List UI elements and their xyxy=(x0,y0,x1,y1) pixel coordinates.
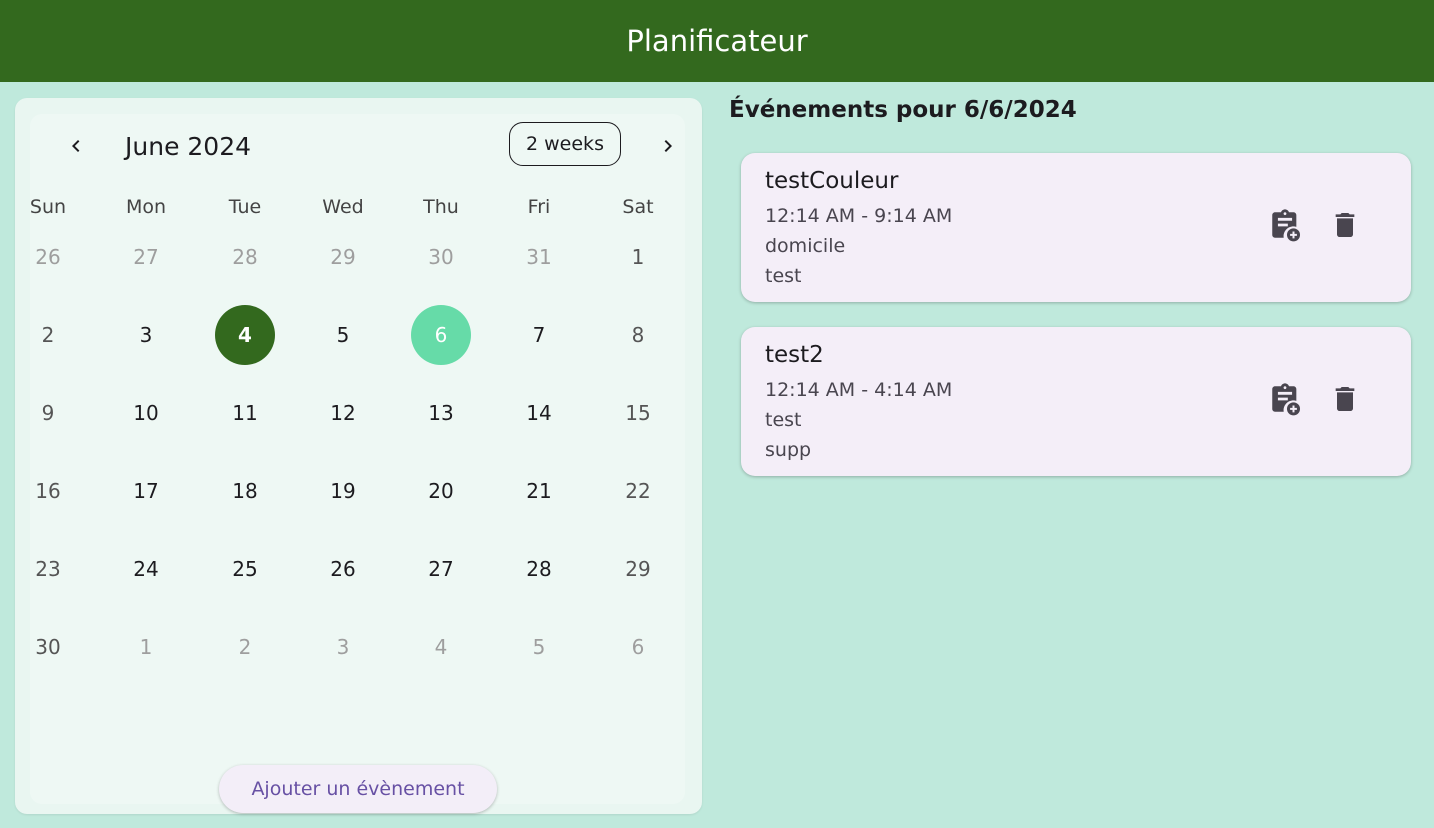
event-name: test2 xyxy=(765,342,824,368)
weekday-label: Thu xyxy=(423,196,459,218)
day-cell[interactable]: 3 xyxy=(116,305,176,365)
event-location: test xyxy=(765,409,802,431)
delete-event-button[interactable] xyxy=(1321,377,1369,425)
trash-icon xyxy=(1329,383,1361,420)
app-bar: Planificateur xyxy=(0,0,1434,82)
weekday-label: Tue xyxy=(228,196,262,218)
day-cell[interactable]: 19 xyxy=(313,461,373,521)
day-cell[interactable]: 10 xyxy=(116,383,176,443)
day-cell[interactable]: 1 xyxy=(116,617,176,677)
chevron-right-icon xyxy=(664,140,672,152)
day-cell[interactable]: 29 xyxy=(313,227,373,287)
day-cell[interactable]: 13 xyxy=(411,383,471,443)
day-cell[interactable]: 3 xyxy=(313,617,373,677)
day-cell[interactable]: 11 xyxy=(215,383,275,443)
day-cell[interactable]: 25 xyxy=(215,539,275,599)
weekday-header-row: Sun Mon Tue Wed Thu Fri Sat xyxy=(15,196,702,220)
prev-month-button[interactable] xyxy=(56,126,96,166)
weekday-label: Sun xyxy=(29,196,67,218)
clipboard-add-icon xyxy=(1268,208,1302,247)
event-card[interactable]: testCouleur 12:14 AM - 9:14 AM domicile tes… xyxy=(741,153,1411,302)
event-description: supp xyxy=(765,439,812,461)
day-cell[interactable]: 29 xyxy=(608,539,668,599)
day-cell[interactable]: 31 xyxy=(509,227,569,287)
month-label: June 2024 xyxy=(125,132,252,161)
event-time: 12:14 AM - 9:14 AM xyxy=(765,205,953,227)
day-cell[interactable]: 4 xyxy=(411,617,471,677)
day-cell[interactable]: 5 xyxy=(313,305,373,365)
day-cell[interactable]: 8 xyxy=(608,305,668,365)
day-cell-selected[interactable]: 6 xyxy=(411,305,471,365)
event-time: 12:14 AM - 4:14 AM xyxy=(765,379,953,401)
day-cell[interactable]: 14 xyxy=(509,383,569,443)
weekday-label: Fri xyxy=(527,196,551,218)
weekday-label: Sat xyxy=(622,196,654,218)
chevron-left-icon xyxy=(72,140,80,152)
day-cell-today[interactable]: 4 xyxy=(215,305,275,365)
event-description: test xyxy=(765,265,802,287)
day-cell[interactable]: 6 xyxy=(608,617,668,677)
add-event-button[interactable]: Ajouter un évènement xyxy=(219,765,497,813)
day-cell[interactable]: 30 xyxy=(411,227,471,287)
day-cell[interactable]: 1 xyxy=(608,227,668,287)
events-title: Événements pour 6/6/2024 xyxy=(729,97,1077,123)
day-cell[interactable]: 27 xyxy=(116,227,176,287)
day-cell[interactable]: 23 xyxy=(18,539,78,599)
calendar-header: June 2024 2 weeks xyxy=(30,122,685,178)
event-name: testCouleur xyxy=(765,168,899,194)
day-cell[interactable]: 28 xyxy=(509,539,569,599)
copy-event-button[interactable] xyxy=(1261,377,1309,425)
day-cell[interactable]: 18 xyxy=(215,461,275,521)
day-cell[interactable]: 20 xyxy=(411,461,471,521)
day-cell[interactable]: 16 xyxy=(18,461,78,521)
clipboard-add-icon xyxy=(1268,382,1302,421)
day-cell[interactable]: 26 xyxy=(313,539,373,599)
day-cell[interactable]: 28 xyxy=(215,227,275,287)
weekday-label: Wed xyxy=(322,196,364,218)
day-cell[interactable]: 9 xyxy=(18,383,78,443)
day-cell[interactable]: 30 xyxy=(18,617,78,677)
delete-event-button[interactable] xyxy=(1321,203,1369,251)
next-month-button[interactable] xyxy=(648,126,688,166)
day-cell[interactable]: 7 xyxy=(509,305,569,365)
format-toggle-button[interactable]: 2 weeks xyxy=(509,122,621,166)
day-cell[interactable]: 24 xyxy=(116,539,176,599)
trash-icon xyxy=(1329,209,1361,246)
day-cell[interactable]: 5 xyxy=(509,617,569,677)
day-cell[interactable]: 15 xyxy=(608,383,668,443)
day-cell[interactable]: 21 xyxy=(509,461,569,521)
day-cell[interactable]: 22 xyxy=(608,461,668,521)
weekday-label: Mon xyxy=(125,196,167,218)
event-location: domicile xyxy=(765,235,846,257)
day-cell[interactable]: 26 xyxy=(18,227,78,287)
copy-event-button[interactable] xyxy=(1261,203,1309,251)
day-cell[interactable]: 17 xyxy=(116,461,176,521)
calendar-panel: June 2024 2 weeks Sun Mon Tue Wed Thu Fri Sat … xyxy=(15,98,702,814)
day-cell[interactable]: 27 xyxy=(411,539,471,599)
day-cell[interactable]: 2 xyxy=(18,305,78,365)
day-cell[interactable]: 2 xyxy=(215,617,275,677)
event-card[interactable]: test2 12:14 AM - 4:14 AM test supp xyxy=(741,327,1411,476)
app-title: Planificateur xyxy=(626,24,808,58)
day-cell[interactable]: 12 xyxy=(313,383,373,443)
